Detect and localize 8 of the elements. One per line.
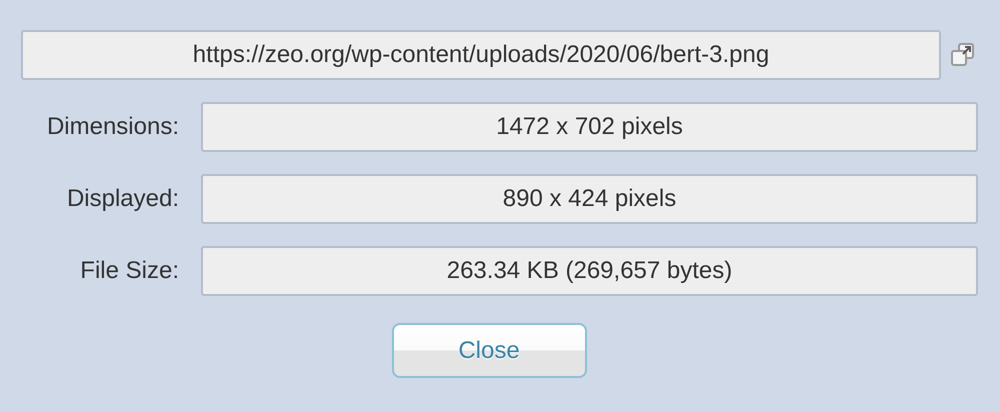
property-label: Dimensions:	[46, 113, 179, 141]
property-value-field: 1472 x 702 pixels	[201, 102, 978, 152]
property-label: Displayed:	[66, 185, 179, 213]
open-in-new-window-icon[interactable]	[950, 42, 976, 68]
property-label: File Size:	[79, 257, 179, 285]
property-value-field: 890 x 424 pixels	[201, 174, 978, 224]
property-value-field: 263.34 KB (269,657 bytes)	[201, 246, 978, 296]
url-field[interactable]: https://zeo.org/wp-content/uploads/2020/06/bert-3.png	[21, 30, 941, 80]
